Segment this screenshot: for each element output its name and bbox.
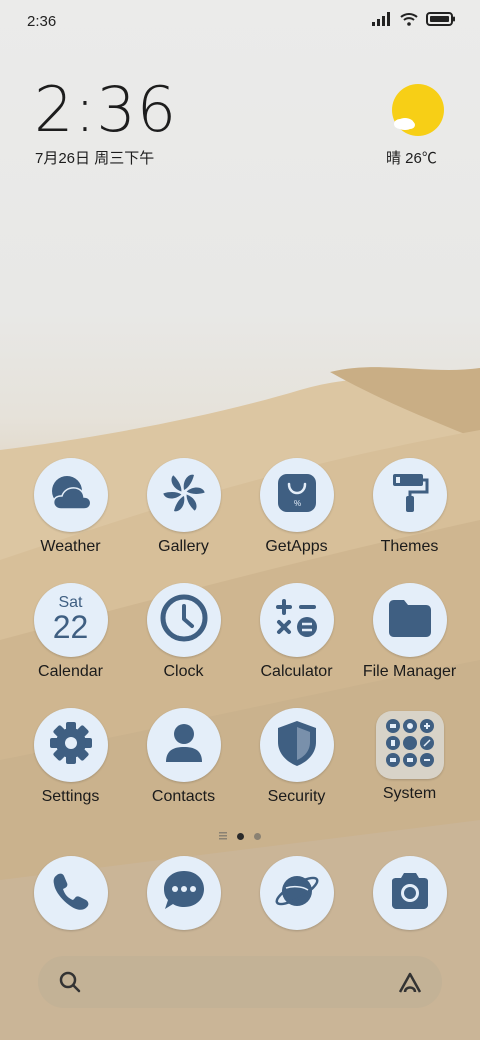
app-system[interactable]: System [353, 708, 466, 803]
app-label: Security [267, 788, 326, 805]
dock-browser[interactable] [240, 856, 353, 930]
clock-widget-date[interactable]: 7月26日 周三下午 [35, 147, 154, 168]
app-label: GetApps [265, 538, 328, 555]
dock [14, 856, 466, 936]
battery-icon [426, 12, 456, 31]
app-label: Gallery [158, 538, 209, 555]
weather-condition-temp[interactable]: 晴 26℃ [386, 147, 437, 168]
calendar-icon: Sat 22 [33, 583, 108, 657]
system-folder-icon [383, 716, 437, 775]
search-bar[interactable] [38, 956, 442, 1008]
search-icon [58, 970, 82, 999]
app-label: Calendar [38, 663, 103, 680]
app-label: Contacts [151, 788, 216, 805]
app-weather[interactable]: Weather [14, 458, 127, 556]
calendar-date: 22 [52, 609, 89, 645]
clock-widget-time[interactable]: 2:36 [34, 78, 177, 142]
app-label: Themes [380, 538, 439, 555]
dock-phone[interactable] [14, 856, 127, 930]
app-settings[interactable]: Settings [14, 708, 127, 806]
status-bar: 2:36 [0, 0, 480, 44]
phone-icon [49, 869, 93, 918]
app-calendar[interactable]: Sat 22 Calendar [14, 583, 127, 681]
app-label: File Manager [362, 663, 457, 680]
app-clock[interactable]: Clock [127, 583, 240, 681]
shield-icon [274, 718, 320, 773]
shopping-bag-icon: % [274, 470, 320, 521]
app-getapps[interactable]: % GetApps [240, 458, 353, 556]
app-label: Weather [40, 538, 101, 555]
paint-roller-icon [387, 470, 433, 521]
planet-icon [272, 866, 322, 921]
app-label: Clock [163, 663, 204, 680]
calculator-icon [274, 595, 320, 646]
app-calculator[interactable]: Calculator [240, 583, 353, 681]
person-icon [161, 720, 207, 771]
weather-cloud-icon [47, 473, 95, 518]
page-dot-active [237, 832, 244, 840]
dock-messages[interactable] [127, 856, 240, 930]
app-file-manager[interactable]: File Manager [353, 583, 466, 681]
page-list-icon [219, 827, 227, 845]
assistant-icon[interactable] [396, 968, 424, 1001]
svg-text:%: % [294, 499, 301, 508]
gear-icon [47, 719, 95, 772]
app-themes[interactable]: Themes [353, 458, 466, 556]
gallery-pinwheel-icon [161, 470, 207, 521]
app-contacts[interactable]: Contacts [127, 708, 240, 806]
message-bubble-icon [160, 867, 208, 920]
app-label: Settings [41, 788, 100, 805]
status-time: 2:36 [27, 13, 57, 30]
folder-icon [386, 597, 434, 644]
page-indicator[interactable] [200, 830, 280, 842]
camera-icon [387, 871, 433, 916]
app-label: Calculator [260, 663, 333, 680]
app-security[interactable]: Security [240, 708, 353, 806]
page-dot [254, 832, 261, 840]
clock-icon [159, 593, 209, 648]
app-label: System [382, 785, 437, 802]
dock-camera[interactable] [353, 856, 466, 930]
sun-cloud-icon[interactable] [392, 84, 444, 136]
app-gallery[interactable]: Gallery [127, 458, 240, 556]
wifi-icon [400, 12, 418, 31]
signal-icon [372, 12, 392, 31]
